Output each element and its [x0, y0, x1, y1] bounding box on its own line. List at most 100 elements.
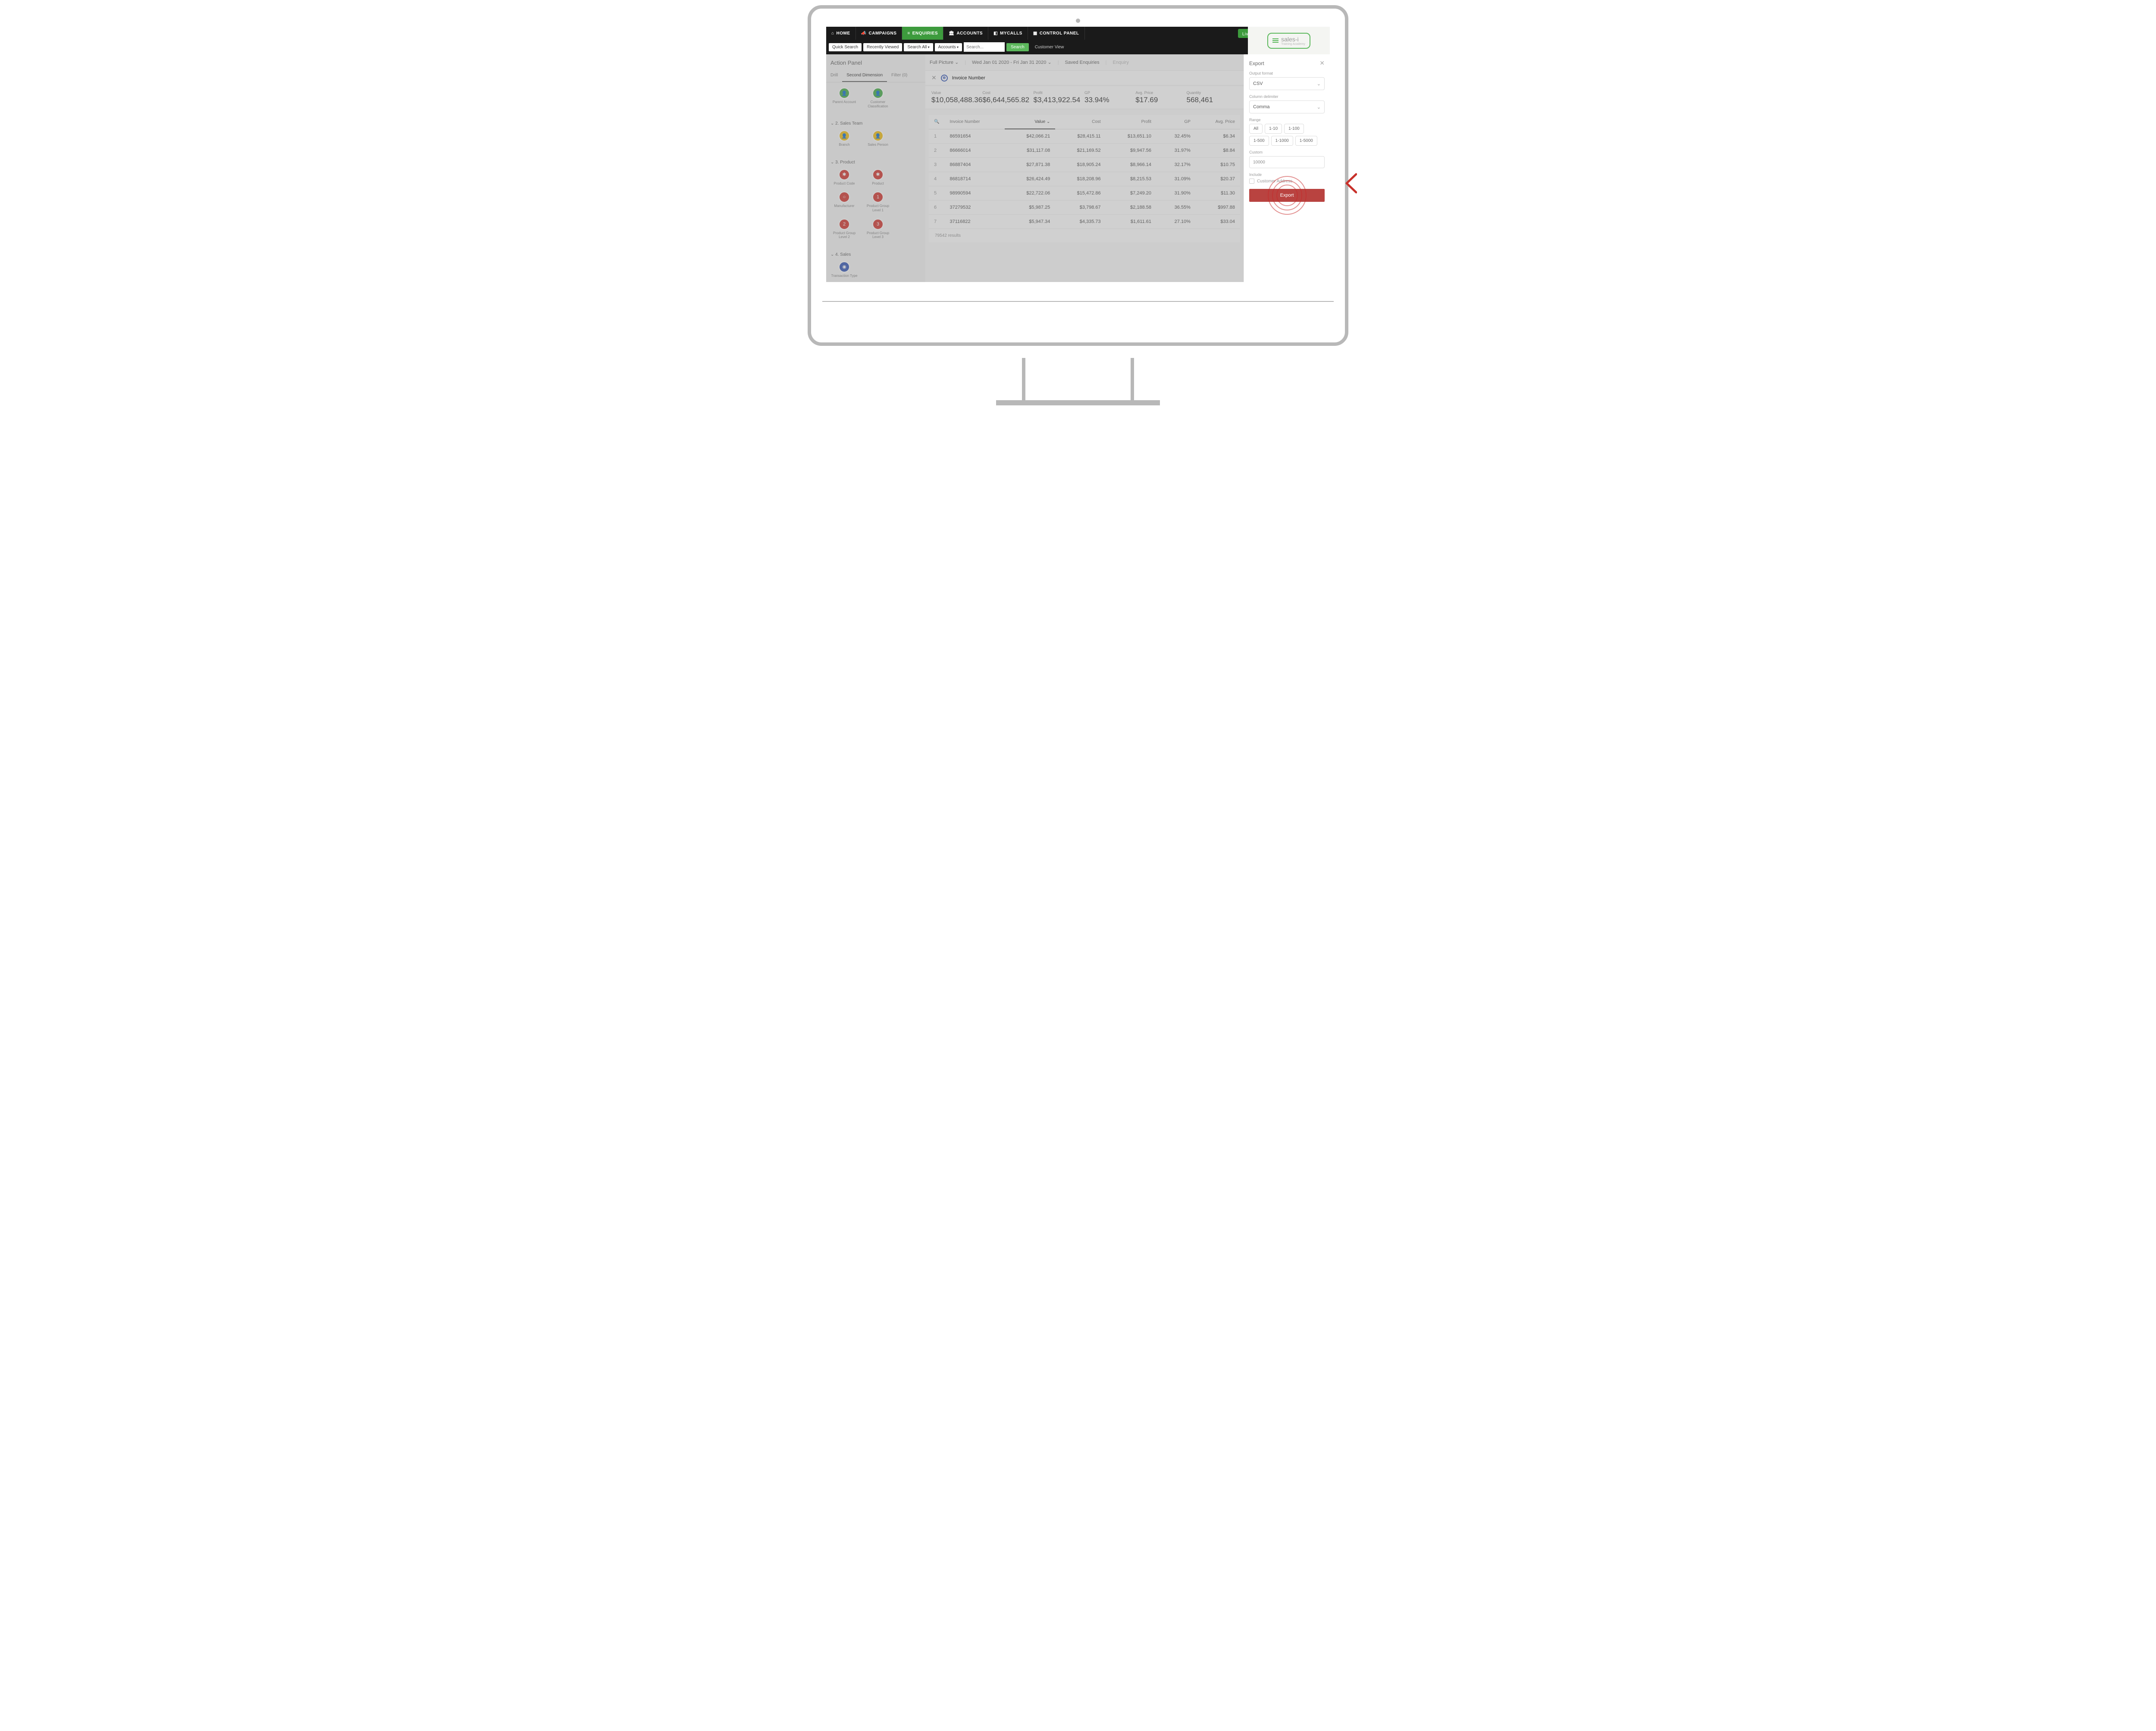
- nav-enquiries[interactable]: ≡ENQUIRIES: [902, 27, 943, 40]
- dimension-item[interactable]: ✱Product Code: [830, 169, 858, 186]
- custom-input[interactable]: [1249, 156, 1325, 168]
- nav-mycalls[interactable]: ◧MYCALLS: [988, 27, 1028, 40]
- search-all-dropdown[interactable]: Search All: [904, 43, 933, 51]
- dimension-icon: 👤: [872, 88, 884, 99]
- table-row[interactable]: 486818714$26,424.49$18,208.96$8,215.5331…: [929, 172, 1240, 186]
- table-row[interactable]: 186591654$42,066.21$28,415.11$13,651.103…: [929, 129, 1240, 144]
- accounts-dropdown[interactable]: Accounts: [935, 43, 962, 51]
- dimension-item[interactable]: ◉Transaction Type: [830, 261, 858, 278]
- table-cell: $31,117.08: [1005, 144, 1055, 158]
- kpi-cell: Avg. Price$17.69: [1135, 91, 1186, 104]
- dimension-item[interactable]: 3Product Group Level 3: [864, 219, 892, 239]
- customer-view-link[interactable]: Customer View: [1035, 45, 1064, 50]
- kpi-label: Profit: [1034, 91, 1084, 95]
- table-cell: $1,611.61: [1106, 215, 1156, 229]
- table-cell: $15,472.86: [1055, 186, 1106, 201]
- column-header[interactable]: Cost: [1055, 115, 1106, 129]
- dimension-icon: ✱: [872, 169, 884, 180]
- table-cell: 32.17%: [1156, 158, 1196, 172]
- kpi-value: $6,644,565.82: [982, 96, 1033, 104]
- kpi-label: Cost: [982, 91, 1033, 95]
- dimension-label: Product Group Level 3: [864, 231, 892, 239]
- close-icon[interactable]: ✕: [1319, 60, 1325, 67]
- table-cell: 86818714: [944, 172, 1005, 186]
- kpi-value: $10,058,488.36: [931, 96, 982, 104]
- table-cell: $8.84: [1196, 144, 1240, 158]
- range-button[interactable]: 1-5000: [1295, 136, 1317, 146]
- table-cell: $13,651.10: [1106, 129, 1156, 144]
- table-cell: $33.04: [1196, 215, 1240, 229]
- table-header-row: 🔍 Invoice NumberValue ⌄CostProfitGPAvg. P…: [929, 115, 1240, 129]
- data-table: 🔍 Invoice NumberValue ⌄CostProfitGPAvg. P…: [929, 115, 1240, 229]
- nav-control-panel[interactable]: ▦CONTROL PANEL: [1028, 27, 1085, 40]
- delimiter-select[interactable]: Comma: [1249, 100, 1325, 113]
- logo-subtext: Training Academy: [1281, 43, 1305, 46]
- logo: sales-i Training Academy: [1248, 27, 1330, 54]
- search-button[interactable]: Search: [1006, 43, 1029, 51]
- output-format-select[interactable]: CSV: [1249, 77, 1325, 90]
- arrow-indicator-icon: [1344, 172, 1357, 194]
- nav-campaigns[interactable]: 📣CAMPAIGNS: [856, 27, 903, 40]
- table-cell: $10.75: [1196, 158, 1240, 172]
- dimension-item[interactable]: 👤Branch: [830, 130, 858, 147]
- export-button[interactable]: Export: [1249, 189, 1325, 202]
- table-row[interactable]: 386887404$27,871.38$18,905.24$8,966.1432…: [929, 158, 1240, 172]
- table-row[interactable]: 637279532$5,987.25$3,798.67$2,188.5836.5…: [929, 201, 1240, 215]
- bc-full-picture[interactable]: Full Picture ⌄: [930, 60, 959, 65]
- dimension-icon: 👤: [872, 130, 884, 141]
- customer-address-checkbox[interactable]: Customer Address: [1249, 179, 1325, 184]
- dimension-item[interactable]: 1Product Group Level 1: [864, 191, 892, 212]
- section-title[interactable]: 2. Sales Team: [830, 119, 921, 129]
- range-button[interactable]: All: [1249, 124, 1263, 134]
- table-cell: $7,249.20: [1106, 186, 1156, 201]
- checkbox-icon: [1249, 179, 1254, 184]
- table-row[interactable]: 286666014$31,117.08$21,169.52$9,947.5631…: [929, 144, 1240, 158]
- column-header[interactable]: Invoice Number: [944, 115, 1005, 129]
- nav-accounts[interactable]: 🏛ACCOUNTS: [943, 27, 988, 40]
- column-header[interactable]: Value ⌄: [1005, 115, 1055, 129]
- bc-saved-enquiries[interactable]: Saved Enquiries: [1065, 60, 1100, 65]
- dimension-item[interactable]: ○Manufacturer: [830, 191, 858, 212]
- dimension-item[interactable]: ✱Product: [864, 169, 892, 186]
- dimension-item[interactable]: 👤 Sales Person: [864, 130, 892, 147]
- table-cell: $20.37: [1196, 172, 1240, 186]
- quick-search-chip[interactable]: Quick Search: [829, 43, 862, 51]
- nav-home[interactable]: ⌂HOME: [826, 27, 856, 40]
- range-button[interactable]: 1-100: [1284, 124, 1304, 134]
- dimension-item[interactable]: 2Product Group Level 2: [830, 219, 858, 239]
- bc-date-range[interactable]: Wed Jan 01 2020 - Fri Jan 31 2020 ⌄: [972, 60, 1052, 65]
- search-icon[interactable]: 🔍: [934, 119, 939, 124]
- section-title[interactable]: 4. Sales: [830, 250, 921, 260]
- logo-text: sales-i: [1281, 36, 1305, 43]
- dimension-label: Product Group Level 2: [830, 231, 858, 239]
- search-input[interactable]: [964, 42, 1005, 52]
- tab-drill[interactable]: Drill: [826, 69, 842, 82]
- column-header[interactable]: Avg. Price: [1196, 115, 1240, 129]
- action-panel-tabs: Drill Second Dimension Filter (0): [826, 69, 925, 82]
- table-cell: 31.90%: [1156, 186, 1196, 201]
- range-button[interactable]: 1-10: [1265, 124, 1282, 134]
- dimension-icon: 2: [839, 219, 850, 230]
- range-button[interactable]: 1-500: [1249, 136, 1269, 146]
- kpi-cell: Value$10,058,488.36: [931, 91, 982, 104]
- dimension-label: Sales Person: [868, 143, 888, 147]
- main-content: Full Picture ⌄ | Wed Jan 01 2020 - Fri J…: [925, 54, 1244, 282]
- bc-enquiry[interactable]: Enquiry: [1113, 60, 1129, 65]
- column-header[interactable]: Profit: [1106, 115, 1156, 129]
- column-header[interactable]: GP: [1156, 115, 1196, 129]
- table-cell: $9,947.56: [1106, 144, 1156, 158]
- close-icon[interactable]: ✕: [931, 74, 937, 82]
- section-title[interactable]: 3. Product: [830, 157, 921, 167]
- invoice-crumb-bar: ✕ ⊜ Invoice Number: [925, 71, 1244, 85]
- dimension-item[interactable]: 👤Customer Classification: [864, 88, 892, 108]
- dimension-item[interactable]: 👤Parent Account: [830, 88, 858, 108]
- dimension-label: Product Code: [834, 182, 855, 186]
- kpi-cell: GP33.94%: [1084, 91, 1135, 104]
- tab-filter[interactable]: Filter (0): [887, 69, 912, 82]
- range-button[interactable]: 1-1000: [1271, 136, 1293, 146]
- table-row[interactable]: 737116822$5,947.34$4,335.73$1,611.6127.1…: [929, 215, 1240, 229]
- table-cell: 86666014: [944, 144, 1005, 158]
- recently-viewed-chip[interactable]: Recently Viewed: [863, 43, 902, 51]
- tab-second-dimension[interactable]: Second Dimension: [842, 69, 887, 82]
- table-row[interactable]: 598990594$22,722.06$15,472.86$7,249.2031…: [929, 186, 1240, 201]
